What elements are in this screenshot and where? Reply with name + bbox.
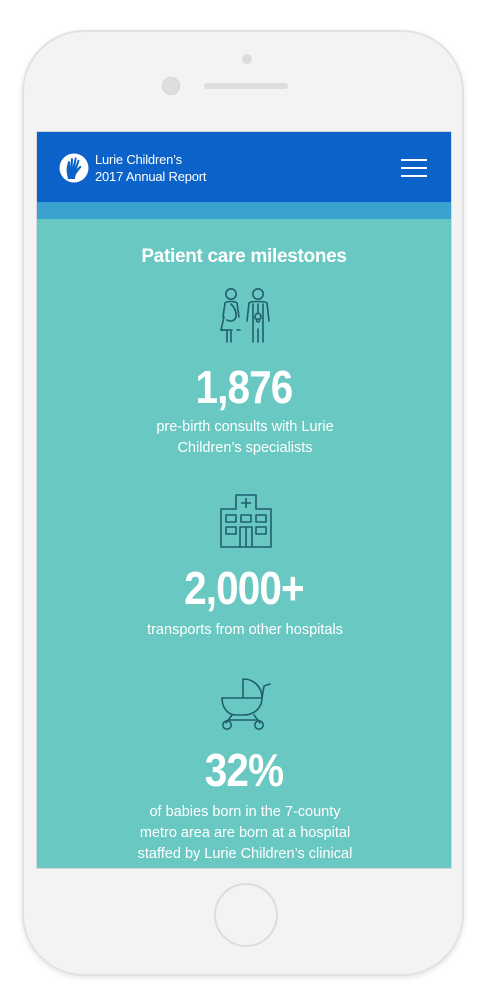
camera-dot [242,54,252,64]
brand-name[interactable]: Lurie Children’s [95,152,182,167]
header-subbar [37,202,451,219]
speaker-grille [204,83,288,89]
milestone-1-value: 1,876 [195,361,294,413]
hand-logo-icon[interactable] [59,152,89,184]
milestone-2-desc-line: transports from other hospitals [147,622,343,638]
site-header: Lurie Children’s 2017 Annual Report [37,132,451,202]
phone-screen: Lurie Children’s 2017 Annual Report Pati… [36,131,452,869]
front-sensor [162,77,180,95]
stroller-icon [221,678,271,730]
milestone-3-desc-line: staffed by Lurie Children’s clinical [137,846,353,862]
milestone-1-desc-line: pre-birth consults with Lurie [156,419,334,435]
home-button[interactable] [214,883,278,947]
milestone-3-desc-line: metro area are born at a hospital [139,825,351,841]
milestone-3-value: 32% [204,744,284,796]
milestone-2-description: transports from other hospitals [77,620,413,641]
section-title: Patient care milestones [141,246,347,267]
hamburger-menu-icon[interactable] [401,159,427,177]
milestone-3-description: of babies born in the 7-county metro are… [77,802,413,865]
milestone-1-description: pre-birth consults with Lurie Children’s… [77,417,413,459]
milestone-2-value: 2,000+ [184,562,305,614]
hospital-icon [220,494,272,548]
milestone-1-desc-line: Children’s specialists [177,440,313,456]
parents-icon [220,288,270,343]
milestone-3-desc-line: of babies born in the 7-county [149,804,341,820]
brand-subtitle[interactable]: 2017 Annual Report [95,169,207,184]
